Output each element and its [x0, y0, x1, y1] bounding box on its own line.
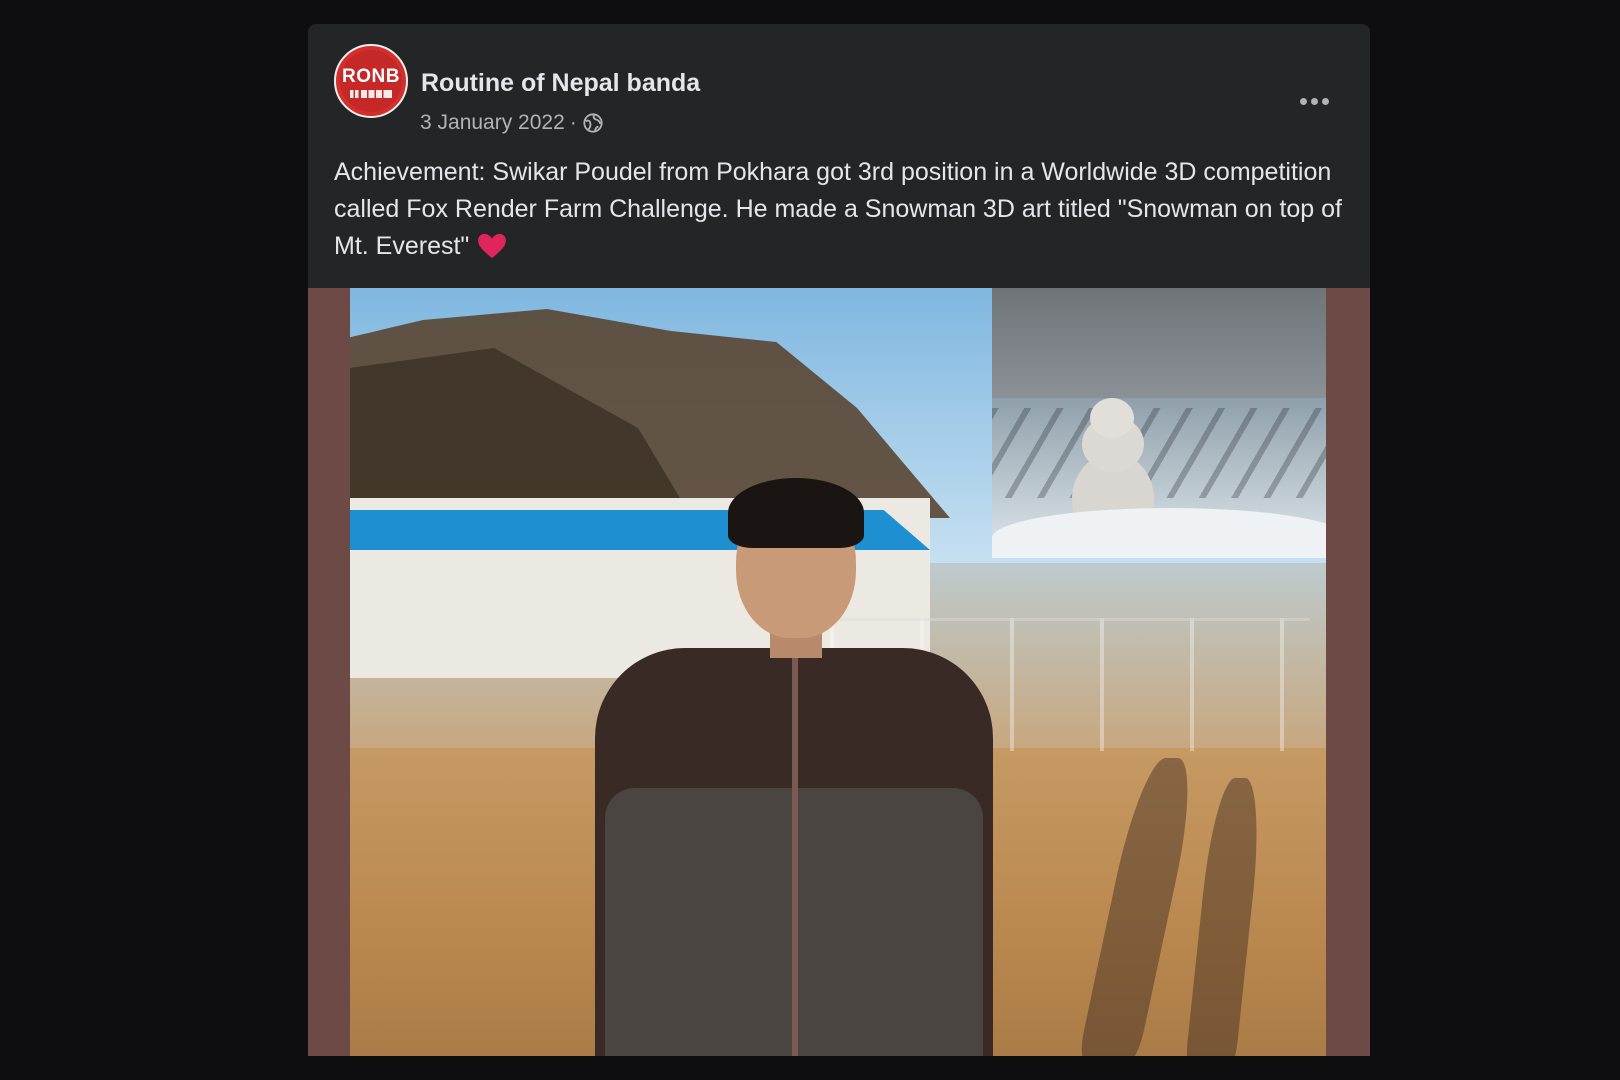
post-text: Achievement: Swikar Poudel from Pokhara … [334, 154, 1344, 265]
post-header: RONB Routine of Nepal banda 3 January 20… [308, 24, 1370, 134]
avatar-logo: RONB [340, 50, 402, 112]
page-name-link[interactable]: Routine of Nepal banda [421, 68, 700, 98]
globe-icon[interactable] [582, 112, 604, 134]
post-card: RONB Routine of Nepal banda 3 January 20… [308, 24, 1370, 1056]
portrait-photo [350, 288, 1326, 1056]
more-options-button[interactable] [1294, 84, 1334, 118]
skyline-icon [350, 90, 392, 98]
meta-separator: · [569, 111, 577, 134]
post-photo[interactable] [308, 288, 1370, 1056]
snowman-render-inset [992, 288, 1326, 558]
avatar-text: RONB [342, 66, 400, 87]
heart-icon [478, 233, 507, 259]
more-options-icon [1299, 97, 1329, 105]
post-date[interactable]: 3 January 2022 [420, 110, 565, 136]
page-avatar[interactable]: RONB [334, 44, 408, 118]
post-meta: 3 January 2022 · [420, 110, 604, 136]
